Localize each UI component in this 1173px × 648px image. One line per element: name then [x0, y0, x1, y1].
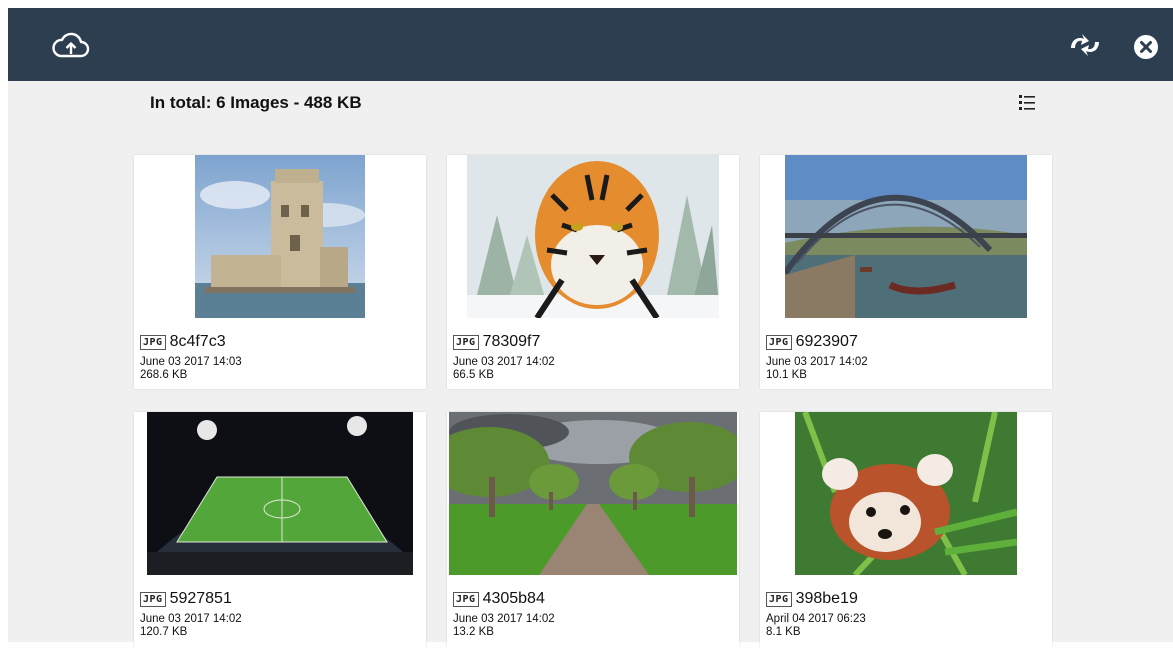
- thumbnail-frame: [447, 155, 739, 324]
- file-type-badge: JPG: [766, 334, 792, 350]
- file-date: April 04 2017 06:23: [766, 613, 866, 625]
- top-toolbar: [8, 8, 1173, 81]
- file-size: 10.1 KB: [766, 369, 807, 381]
- file-name: 6923907: [795, 333, 858, 350]
- tree-path-image: [449, 412, 737, 575]
- file-name: 78309f7: [482, 333, 541, 350]
- red-panda-image: [795, 412, 1017, 575]
- file-size: 120.7 KB: [140, 626, 188, 638]
- file-type-badge: JPG: [140, 591, 166, 607]
- file-type-badge: JPG: [453, 334, 479, 350]
- file-card[interactable]: JPG 8c4f7c3 June 03 2017 14:03 268.6 KB: [134, 155, 426, 389]
- thumbnail-frame: [760, 155, 1052, 324]
- file-type-badge: JPG: [766, 591, 792, 607]
- file-date: June 03 2017 14:02: [453, 356, 555, 368]
- file-name: 5927851: [169, 590, 232, 607]
- file-type-badge: JPG: [140, 334, 166, 350]
- file-card[interactable]: JPG 4305b84 June 03 2017 14:02 13.2 KB: [447, 412, 739, 648]
- thumbnail-frame: [760, 412, 1052, 581]
- remove-file-icon[interactable]: [1026, 418, 1044, 436]
- file-size: 66.5 KB: [453, 369, 494, 381]
- file-date: June 03 2017 14:02: [140, 613, 242, 625]
- file-card[interactable]: JPG 398be19 April 04 2017 06:23 8.1 KB: [760, 412, 1052, 648]
- file-size: 13.2 KB: [453, 626, 494, 638]
- file-name: 398be19: [795, 590, 858, 607]
- total-summary: In total: 6 Images - 488 KB: [150, 93, 362, 112]
- file-card[interactable]: JPG 6923907 June 03 2017 14:02 10.1 KB: [760, 155, 1052, 389]
- file-name: 8c4f7c3: [169, 333, 226, 350]
- thumbnail-frame: [134, 155, 426, 324]
- file-size: 268.6 KB: [140, 369, 188, 381]
- thumbnail-frame: [447, 412, 739, 581]
- thumbnail-frame: [134, 412, 426, 581]
- file-size: 8.1 KB: [766, 626, 801, 638]
- tiger-image: [467, 155, 719, 318]
- bridge-image: [785, 155, 1027, 318]
- close-icon[interactable]: [1132, 33, 1160, 61]
- file-date: June 03 2017 14:02: [766, 356, 868, 368]
- file-name: 4305b84: [482, 590, 545, 607]
- list-view-icon[interactable]: [1016, 93, 1038, 113]
- stadium-image: [147, 412, 413, 575]
- file-type-badge: JPG: [453, 591, 479, 607]
- file-card[interactable]: JPG 5927851 June 03 2017 14:02 120.7 KB: [134, 412, 426, 648]
- tower-image: [195, 155, 365, 318]
- cloud-upload-icon[interactable]: [51, 30, 91, 62]
- sync-icon[interactable]: [1068, 30, 1102, 60]
- file-card[interactable]: JPG 78309f7 June 03 2017 14:02 66.5 KB: [447, 155, 739, 389]
- file-date: June 03 2017 14:02: [453, 613, 555, 625]
- file-date: June 03 2017 14:03: [140, 356, 242, 368]
